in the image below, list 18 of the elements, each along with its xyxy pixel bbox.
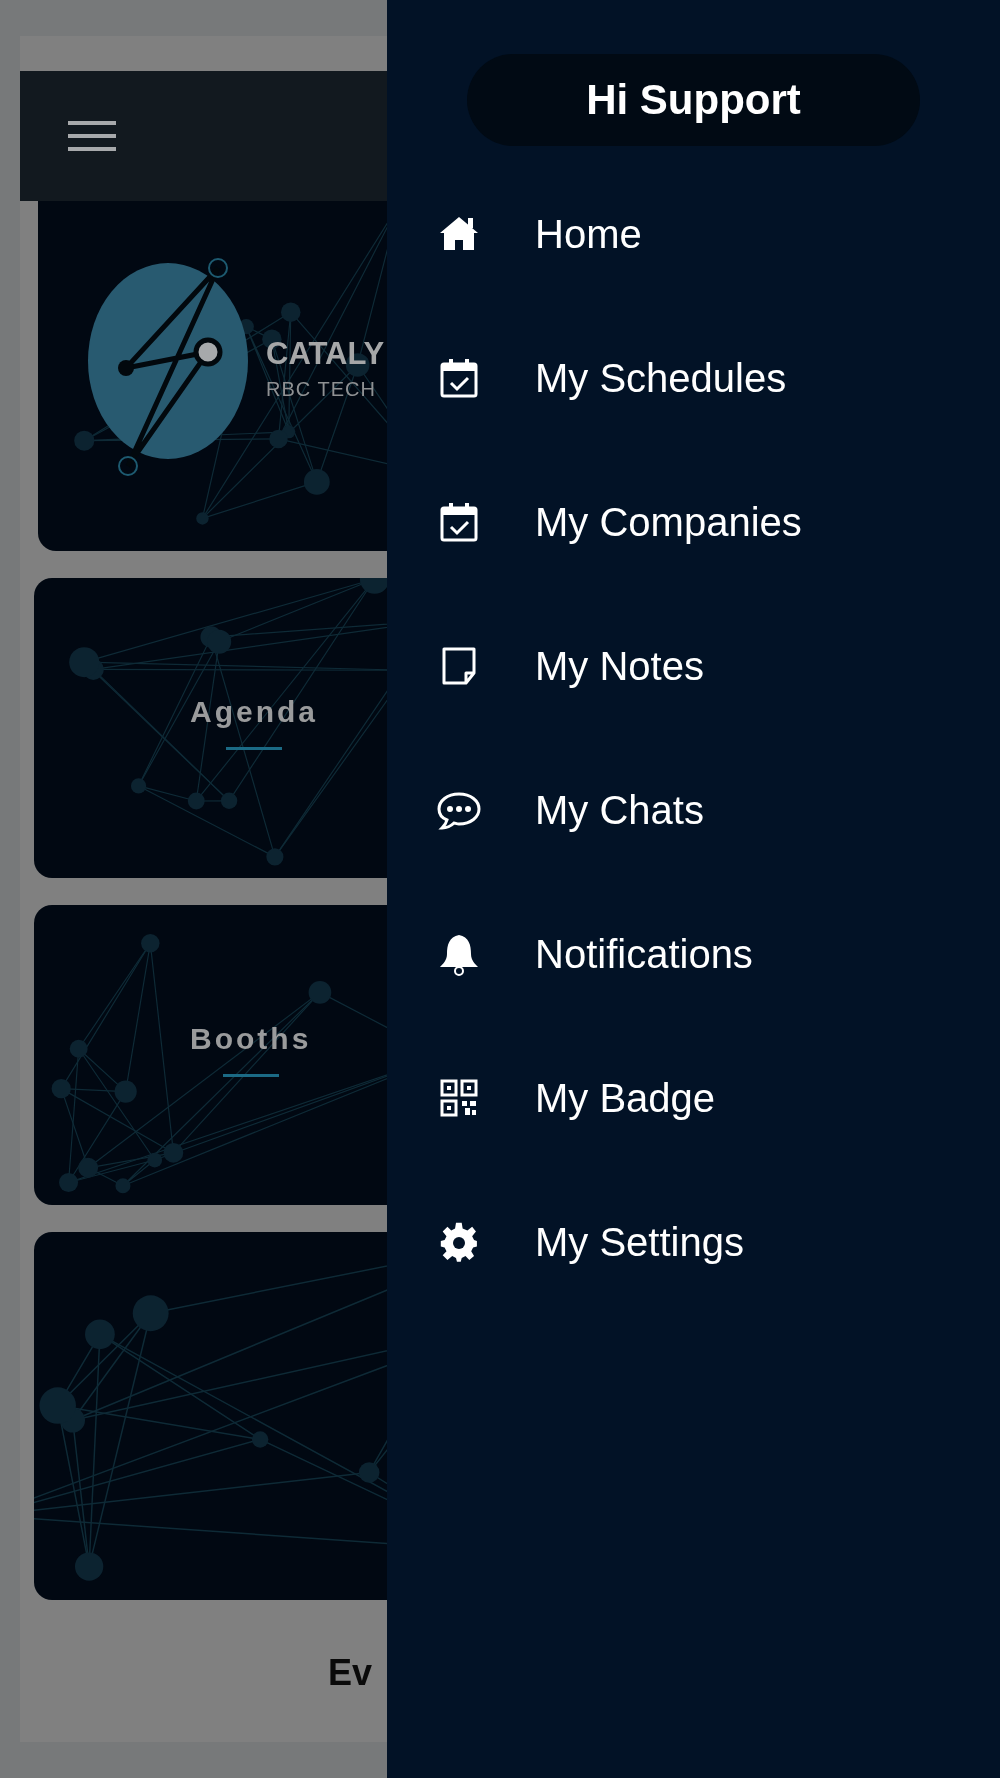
menu-item[interactable]: My Companies — [387, 450, 1000, 594]
menu-item[interactable]: My Chats — [387, 738, 1000, 882]
title-underline — [226, 746, 282, 750]
menu-item[interactable]: My Notes — [387, 594, 1000, 738]
menu-icon[interactable] — [68, 121, 116, 151]
menu-item[interactable]: My Badge — [387, 1026, 1000, 1170]
brand-subtitle: RBC TECH — [266, 377, 377, 401]
title-underline — [222, 1073, 279, 1077]
tile-title: Booths — [190, 1021, 312, 1056]
menu-item[interactable]: My Settings — [387, 1170, 1000, 1314]
menu-item[interactable]: Home — [387, 162, 1000, 306]
greeting-pill: Hi Support — [467, 54, 920, 146]
bell-icon — [437, 932, 481, 976]
tile-title: Agenda — [190, 694, 318, 729]
section-heading: Ev — [328, 1652, 374, 1694]
menu-item[interactable]: Notifications — [387, 882, 1000, 1026]
menu-item[interactable]: My Schedules — [387, 306, 1000, 450]
brand-title: CATALY — [266, 337, 385, 372]
